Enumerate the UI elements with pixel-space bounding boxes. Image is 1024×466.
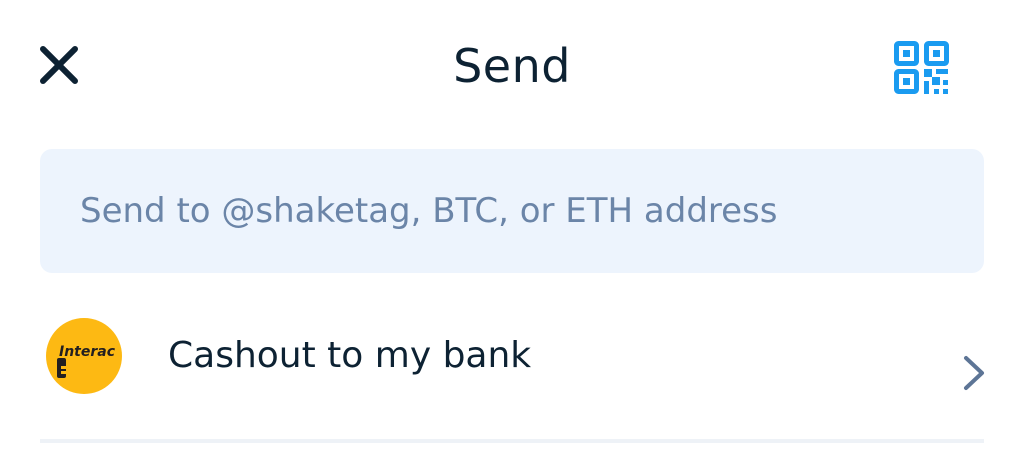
page-title: Send — [453, 39, 571, 93]
chevron-right-icon — [964, 356, 984, 390]
header: Send — [0, 0, 1024, 130]
send-screen: Send Send to @shaketag, BTC, or ETH addr… — [0, 0, 1024, 466]
cashout-to-bank-row[interactable]: Interac Cashout to my bank — [40, 296, 984, 436]
recipient-field-container — [40, 149, 984, 273]
interac-logo-text: Interac — [59, 344, 116, 360]
interac-logo: Interac — [46, 318, 122, 394]
cashout-label: Cashout to my bank — [168, 335, 532, 376]
qr-code-scan-icon — [894, 41, 949, 94]
divider — [40, 439, 984, 443]
qr-scan-button[interactable] — [890, 38, 954, 98]
interac-logo-graphic: Interac — [57, 344, 116, 378]
recipient-input[interactable] — [80, 149, 970, 273]
